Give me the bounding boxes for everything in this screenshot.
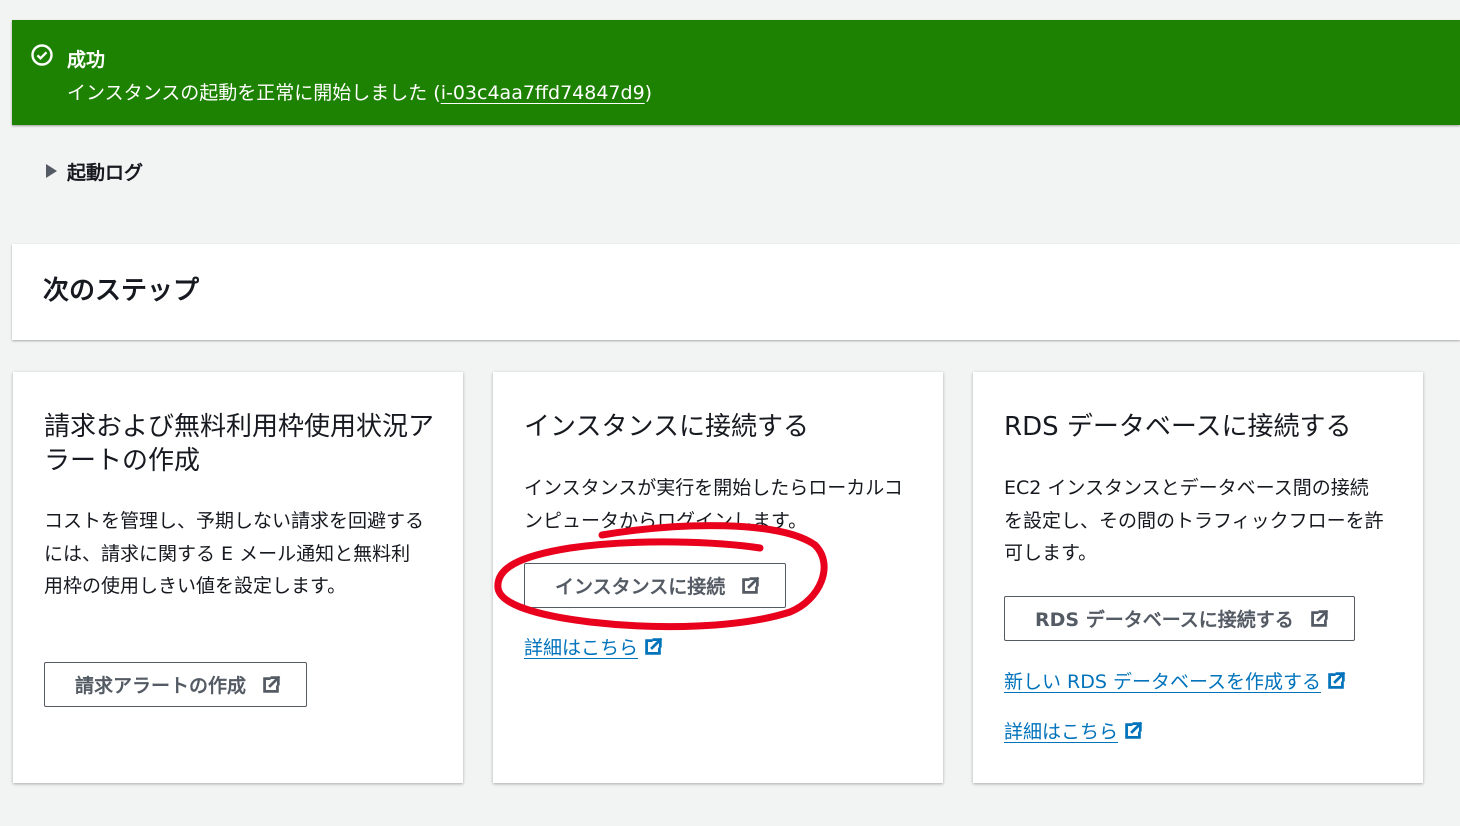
success-flashbar: 成功 インスタンスの起動を正常に開始しました (i-03c4aa7ffd7484… [12,20,1460,125]
external-link-icon [260,674,282,696]
billing-card-title: 請求および無料利用枠使用状況アラートの作成 [44,412,435,476]
create-billing-alert-button[interactable]: 請求アラートの作成 [44,662,308,707]
rds-card-title: RDS データベースに接続する [1004,412,1352,442]
rds-card-description: EC2 インスタンスとデータベース間の接続を設定し、その間のトラフィックフローを… [1004,477,1384,564]
external-link-icon [739,575,761,597]
connect-instance-card: インスタンスに接続する インスタンスが実行を開始したらローカルコンピュータからロ… [493,372,943,783]
flash-message-suffix: ) [644,82,653,104]
rds-learn-more-link[interactable]: 詳細はこちら [1004,717,1144,744]
connect-rds-label: RDS データベースに接続する [1035,609,1294,631]
create-rds-database-label: 新しい RDS データベースを作成する [1004,671,1322,693]
billing-card-description: コストを管理し、予期しない請求を回避するには、請求に関する E メール通知と無料… [44,510,425,597]
caret-right-icon [46,164,57,178]
connect-rds-button[interactable]: RDS データベースに接続する [1004,596,1355,641]
flash-message: インスタンスの起動を正常に開始しました (i-03c4aa7ffd74847d9… [67,78,652,105]
launch-log-label: 起動ログ [67,162,144,184]
check-circle-icon [31,44,53,66]
create-billing-alert-label: 請求アラートの作成 [75,675,247,697]
connect-instance-label: インスタンスに接続 [555,576,726,598]
external-link-icon [1122,720,1144,742]
next-steps-header: 次のステップ [12,244,1460,340]
external-link-icon [642,636,664,658]
rds-connect-card: RDS データベースに接続する EC2 インスタンスとデータベース間の接続を設定… [973,372,1423,783]
rds-learn-more-label: 詳細はこちら [1004,721,1119,743]
create-rds-database-link[interactable]: 新しい RDS データベースを作成する [1004,667,1347,694]
external-link-icon [1325,670,1347,692]
connect-card-description: インスタンスが実行を開始したらローカルコンピュータからログインします。 [524,477,903,532]
connect-learn-more-link[interactable]: 詳細はこちら [524,633,664,660]
flash-title: 成功 [67,49,106,71]
connect-learn-more-label: 詳細はこちら [524,637,639,659]
flash-message-text: インスタンスの起動を正常に開始しました ( [67,82,441,104]
connect-instance-button[interactable]: インスタンスに接続 [524,563,787,608]
launch-log-expander[interactable]: 起動ログ [46,158,143,185]
instance-id-link[interactable]: i-03c4aa7ffd74847d9 [441,82,645,104]
next-steps-title: 次のステップ [43,276,200,306]
billing-alert-card: 請求および無料利用枠使用状況アラートの作成 コストを管理し、予期しない請求を回避… [13,372,463,783]
connect-card-title: インスタンスに接続する [524,412,809,442]
external-link-icon [1308,608,1330,630]
